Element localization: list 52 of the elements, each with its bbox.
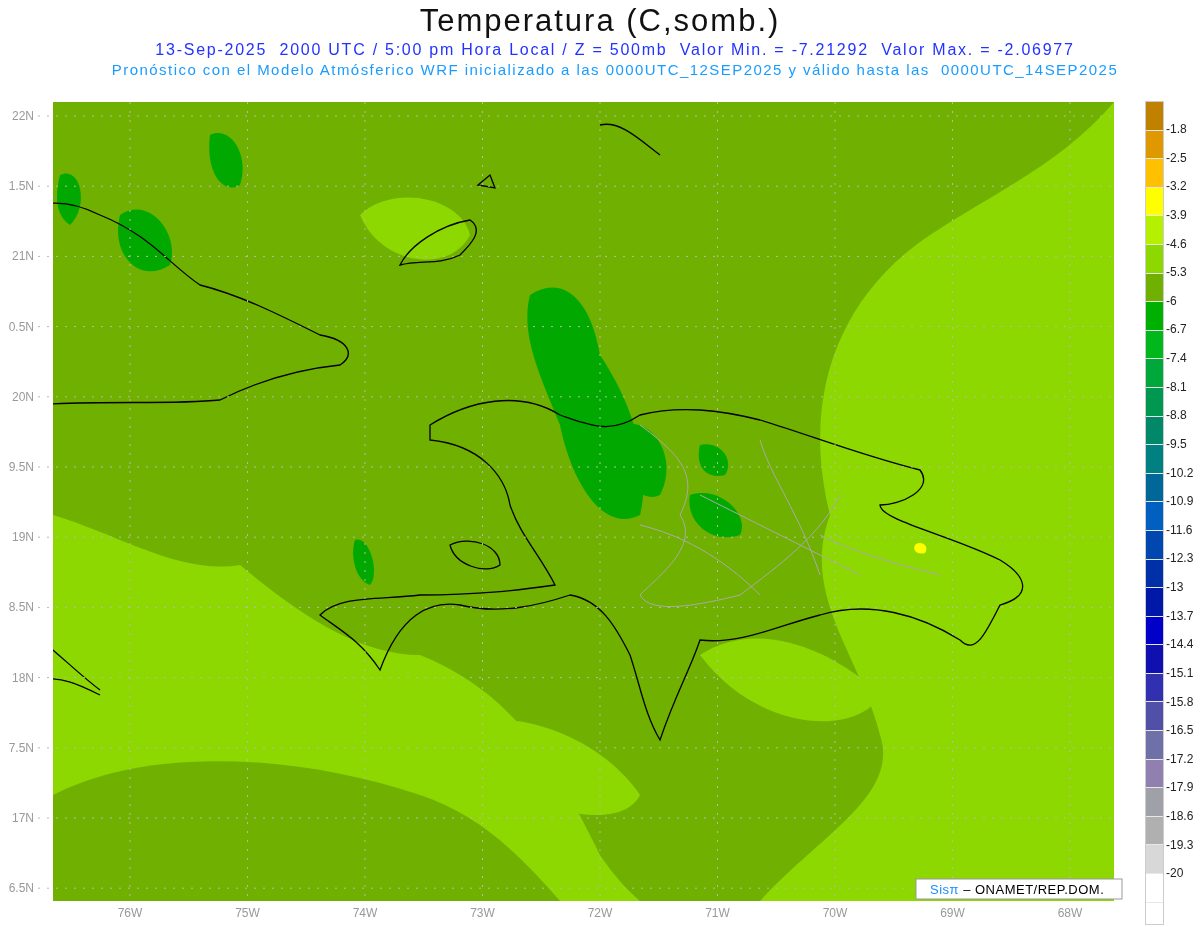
longitude-label: 71W <box>705 906 730 920</box>
longitude-label: 76W <box>117 906 143 920</box>
colorbar-label: -8.1 <box>1166 379 1188 396</box>
longitude-label: 72W <box>587 906 613 920</box>
colorbar-label: -4.6 <box>1166 236 1188 253</box>
longitude-label: 70W <box>822 906 848 920</box>
colorbar-label: -12.3 <box>1166 551 1194 568</box>
credit-label: Sisπ – ONAMET/REP.DOM. <box>915 878 1123 900</box>
latitude-label: 21N <box>12 249 34 264</box>
colorbar-label: -10.9 <box>1166 494 1194 511</box>
colorbar-label: -10.2 <box>1166 465 1194 482</box>
colorbar-label: -9.5 <box>1166 436 1188 453</box>
colorbar-label: -1.8 <box>1166 122 1188 138</box>
chart-title: Temperatura (C,somb.) <box>419 2 781 40</box>
colorbar-label: -14.4 <box>1166 637 1194 654</box>
colorbar-label: -5.3 <box>1166 265 1188 282</box>
colorbar-label: -6 <box>1166 293 1178 310</box>
colorbar-label: -6.7 <box>1166 322 1188 339</box>
colorbar-label: -19.3 <box>1166 837 1194 854</box>
forecast-note: Pronóstico con el Modelo Atmósferico WRF inicializado a las 0000UTC_12SEP2025 y válido hasta las 0000UTC_14SEP2025 <box>111 60 1119 80</box>
latitude-label: 18N <box>12 670 34 685</box>
colorbar-label: -20 <box>1166 866 1185 883</box>
colorbar-label: -17.2 <box>1166 751 1194 768</box>
colorbar-label: -13.7 <box>1166 608 1194 625</box>
latitude-label: 20N <box>12 389 34 404</box>
colorbar-label: -16.5 <box>1166 723 1194 740</box>
colorbar-label: -17.9 <box>1166 780 1194 797</box>
colorbar-label: -18.6 <box>1166 809 1194 825</box>
colorbar-label: -2.5 <box>1166 150 1188 167</box>
longitude-label: 75W <box>235 906 260 920</box>
latitude-label: 1.5N <box>8 179 34 194</box>
latitude-label: 19N <box>12 530 34 545</box>
longitude-label: 68W <box>1057 906 1083 920</box>
latitude-label: 7.5N <box>8 740 34 755</box>
chart-subtitle: 13-Sep-2025 2000 UTC / 5:00 pm Hora Local / Z = 500mb Valor Min. = -7.21292 Valor Max. = -2.06977 <box>155 40 1075 60</box>
colorbar-label: -3.2 <box>1166 179 1188 196</box>
colorbar-label: -15.1 <box>1166 665 1194 682</box>
longitude-label: 74W <box>352 906 378 920</box>
colorbar-label: -15.8 <box>1166 694 1194 711</box>
colorbar-label: -7.4 <box>1166 351 1188 367</box>
colorbar-label: -13 <box>1166 580 1185 596</box>
latitude-label: 17N <box>12 811 34 825</box>
latitude-label: 0.5N <box>8 319 34 334</box>
latitude-label: 6.5N <box>8 881 34 896</box>
colorbar-label: -8.8 <box>1166 408 1188 425</box>
latitude-label: 22N <box>12 109 34 123</box>
longitude-label: 73W <box>470 906 495 920</box>
latitude-label: 9.5N <box>8 460 34 474</box>
colorbar-label: -11.6 <box>1166 522 1194 539</box>
longitude-label: 69W <box>940 906 965 920</box>
colorbar-label: -3.9 <box>1166 207 1188 224</box>
latitude-label: 8.5N <box>8 600 34 615</box>
